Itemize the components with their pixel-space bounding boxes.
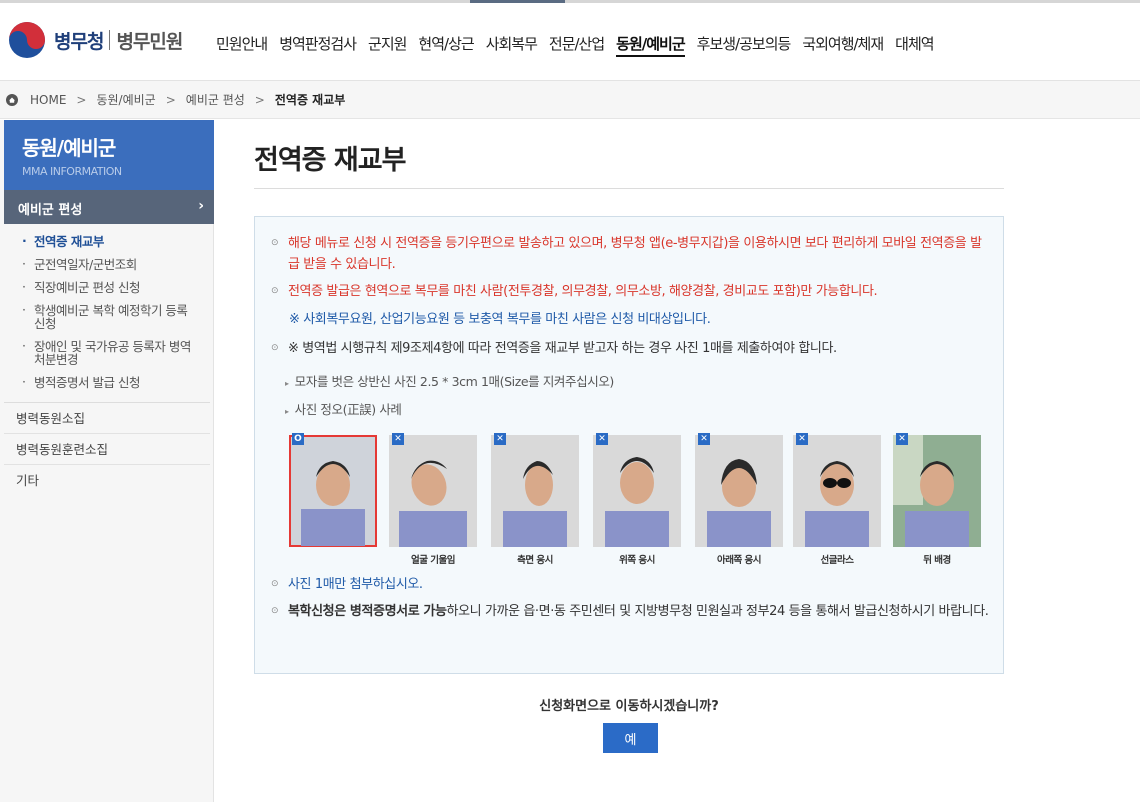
- logo-subtext: 병무민원: [116, 30, 183, 53]
- nav-item-exam[interactable]: 병역판정검사: [279, 33, 357, 57]
- nav-item-overseas[interactable]: 국외여행/체재: [802, 33, 884, 57]
- side-nav-item-workplace[interactable]: 직장예비군 편성 신청: [4, 276, 210, 299]
- notice-item: ⊙ 사진 1매만 첨부하십시오.: [271, 574, 991, 595]
- photo-example: O: [289, 433, 377, 568]
- nav-item-professional[interactable]: 전문/산업: [549, 33, 605, 57]
- portrait-side-image: [491, 435, 579, 547]
- notice-sub-note: ※ 사회복무요원, 산업기능요원 등 보충역 복무를 마친 사람은 신청 비대상…: [289, 312, 711, 327]
- portrait-sunglasses-image: [793, 435, 881, 547]
- nav-item-military-apply[interactable]: 군지원: [368, 33, 407, 57]
- nav-item-candidate[interactable]: 후보생/공보의등: [697, 33, 792, 57]
- site-logo[interactable]: 병무청 병무민원: [8, 21, 183, 59]
- photo-examples: O ✕ 얼굴 기울임 ✕ 측면 응시 ✕ 위쪽 응시 ✕ 아래쪽 응시 ✕ 선글…: [287, 433, 987, 568]
- correct-mark-icon: O: [292, 433, 304, 445]
- wrong-mark-icon: ✕: [596, 433, 608, 445]
- breadcrumb-current: 전역증 재교부: [274, 93, 346, 107]
- photo-example: ✕ 측면 응시: [491, 433, 579, 568]
- side-nav-section[interactable]: 예비군 편성 ›: [4, 190, 214, 224]
- notice-item: ⊙ 전역증 발급은 현역으로 복무를 마친 사람(전투경찰, 의무경찰, 의무소…: [271, 281, 991, 302]
- wrong-mark-icon: ✕: [494, 433, 506, 445]
- nav-item-active-duty[interactable]: 현역/상근: [418, 33, 474, 57]
- portrait-down-image: [695, 435, 783, 547]
- logo-text: 병무청: [54, 30, 104, 53]
- title-divider: [254, 188, 1004, 189]
- breadcrumb-home[interactable]: HOME: [30, 93, 66, 107]
- wrong-mark-icon: ✕: [392, 433, 404, 445]
- notice-sub-item: ▸ 사진 정오(正誤) 사례: [285, 402, 402, 417]
- side-nav-sublist: 전역증 재교부 군전역일자/군번조회 직장예비군 편성 신청 학생예비군 복학 …: [4, 230, 210, 394]
- chevron-right-icon: >: [76, 92, 87, 107]
- breadcrumb: HOME > 동원/예비군 > 예비군 편성 > 전역증 재교부: [0, 81, 1140, 119]
- portrait-background-image: [893, 435, 981, 547]
- circle-bullet-icon: ⊙: [271, 286, 279, 296]
- chevron-right-icon: >: [165, 92, 176, 107]
- circle-bullet-icon: ⊙: [271, 238, 279, 248]
- chevron-right-icon: ›: [198, 198, 204, 214]
- circle-bullet-icon: ⊙: [271, 343, 279, 353]
- confirm-question: 신청화면으로 이동하시겠습니까?: [539, 699, 719, 714]
- portrait-correct-image: [289, 435, 377, 547]
- nav-item-reserve[interactable]: 동원/예비군: [616, 33, 686, 57]
- portrait-up-image: [593, 435, 681, 547]
- side-nav-other: 병력동원소집 병력동원훈련소집 기타: [4, 402, 210, 496]
- triangle-bullet-icon: ▸: [285, 407, 289, 416]
- portrait-tilted-image: [389, 435, 477, 547]
- side-nav-item-discharge-lookup[interactable]: 군전역일자/군번조회: [4, 253, 210, 276]
- side-nav-item-disability[interactable]: 장애인 및 국가유공 등록자 병역처분변경: [4, 335, 210, 371]
- nav-item-civil-guide[interactable]: 민원안내: [216, 33, 268, 57]
- side-nav-item-reissue[interactable]: 전역증 재교부: [4, 230, 210, 253]
- notice-item: ⊙ 해당 메뉴로 신청 시 전역증을 등기우편으로 발송하고 있으며, 병무청 …: [271, 233, 991, 275]
- side-nav-item-mobilization-training[interactable]: 병력동원훈련소집: [4, 434, 210, 465]
- side-nav-item-mobilization[interactable]: 병력동원소집: [4, 403, 210, 434]
- notice-item: ⊙ ※ 병역법 시행규칙 제9조제4항에 따라 전역증을 재교부 받고자 하는 …: [271, 338, 991, 359]
- side-nav: 동원/예비군 MMA INFORMATION 예비군 편성 › 전역증 재교부 …: [0, 120, 214, 802]
- photo-example: ✕ 얼굴 기울임: [389, 433, 477, 568]
- yes-button[interactable]: 예: [603, 723, 658, 753]
- site-header: 병무청 병무민원 민원안내 병역판정검사 군지원 현역/상근 사회복무 전문/산…: [0, 3, 1140, 81]
- wrong-mark-icon: ✕: [896, 433, 908, 445]
- wrong-mark-icon: ✕: [698, 433, 710, 445]
- home-icon[interactable]: [6, 93, 18, 106]
- taeguk-logo-icon: [8, 21, 46, 59]
- side-nav-item-student[interactable]: 학생예비군 복학 예정학기 등록 신청: [4, 299, 210, 335]
- wrong-mark-icon: ✕: [796, 433, 808, 445]
- triangle-bullet-icon: ▸: [285, 379, 289, 388]
- breadcrumb-reserve-org[interactable]: 예비군 편성: [186, 91, 245, 108]
- notice-item: ⊙ 복학신청은 병적증명서로 가능하오니 가까운 읍·면·동 주민센터 및 지방…: [271, 601, 991, 622]
- circle-bullet-icon: ⊙: [271, 606, 279, 616]
- nav-item-social-service[interactable]: 사회복무: [486, 33, 538, 57]
- breadcrumb-reserve[interactable]: 동원/예비군: [96, 91, 155, 108]
- circle-bullet-icon: ⊙: [271, 579, 279, 589]
- side-nav-item-etc[interactable]: 기타: [4, 465, 210, 496]
- nav-item-alternative[interactable]: 대체역: [895, 33, 934, 57]
- main-nav: 민원안내 병역판정검사 군지원 현역/상근 사회복무 전문/산업 동원/예비군 …: [210, 33, 940, 57]
- notice-sub-item: ▸ 모자를 벗은 상반신 사진 2.5 * 3cm 1매(Size를 지켜주십시오…: [285, 374, 614, 389]
- chevron-right-icon: >: [254, 92, 265, 107]
- side-nav-item-certificate[interactable]: 병적증명서 발급 신청: [4, 371, 210, 394]
- photo-example: ✕ 위쪽 응시: [593, 433, 681, 568]
- photo-example: ✕ 아래쪽 응시: [695, 433, 783, 568]
- side-nav-title: 동원/예비군 MMA INFORMATION: [4, 120, 214, 190]
- page-title: 전역증 재교부: [254, 145, 406, 176]
- photo-example: ✕ 뒤 배경: [893, 433, 981, 568]
- notice-box: ⊙ 해당 메뉴로 신청 시 전역증을 등기우편으로 발송하고 있으며, 병무청 …: [254, 216, 1004, 674]
- photo-example: ✕ 선글라스: [793, 433, 881, 568]
